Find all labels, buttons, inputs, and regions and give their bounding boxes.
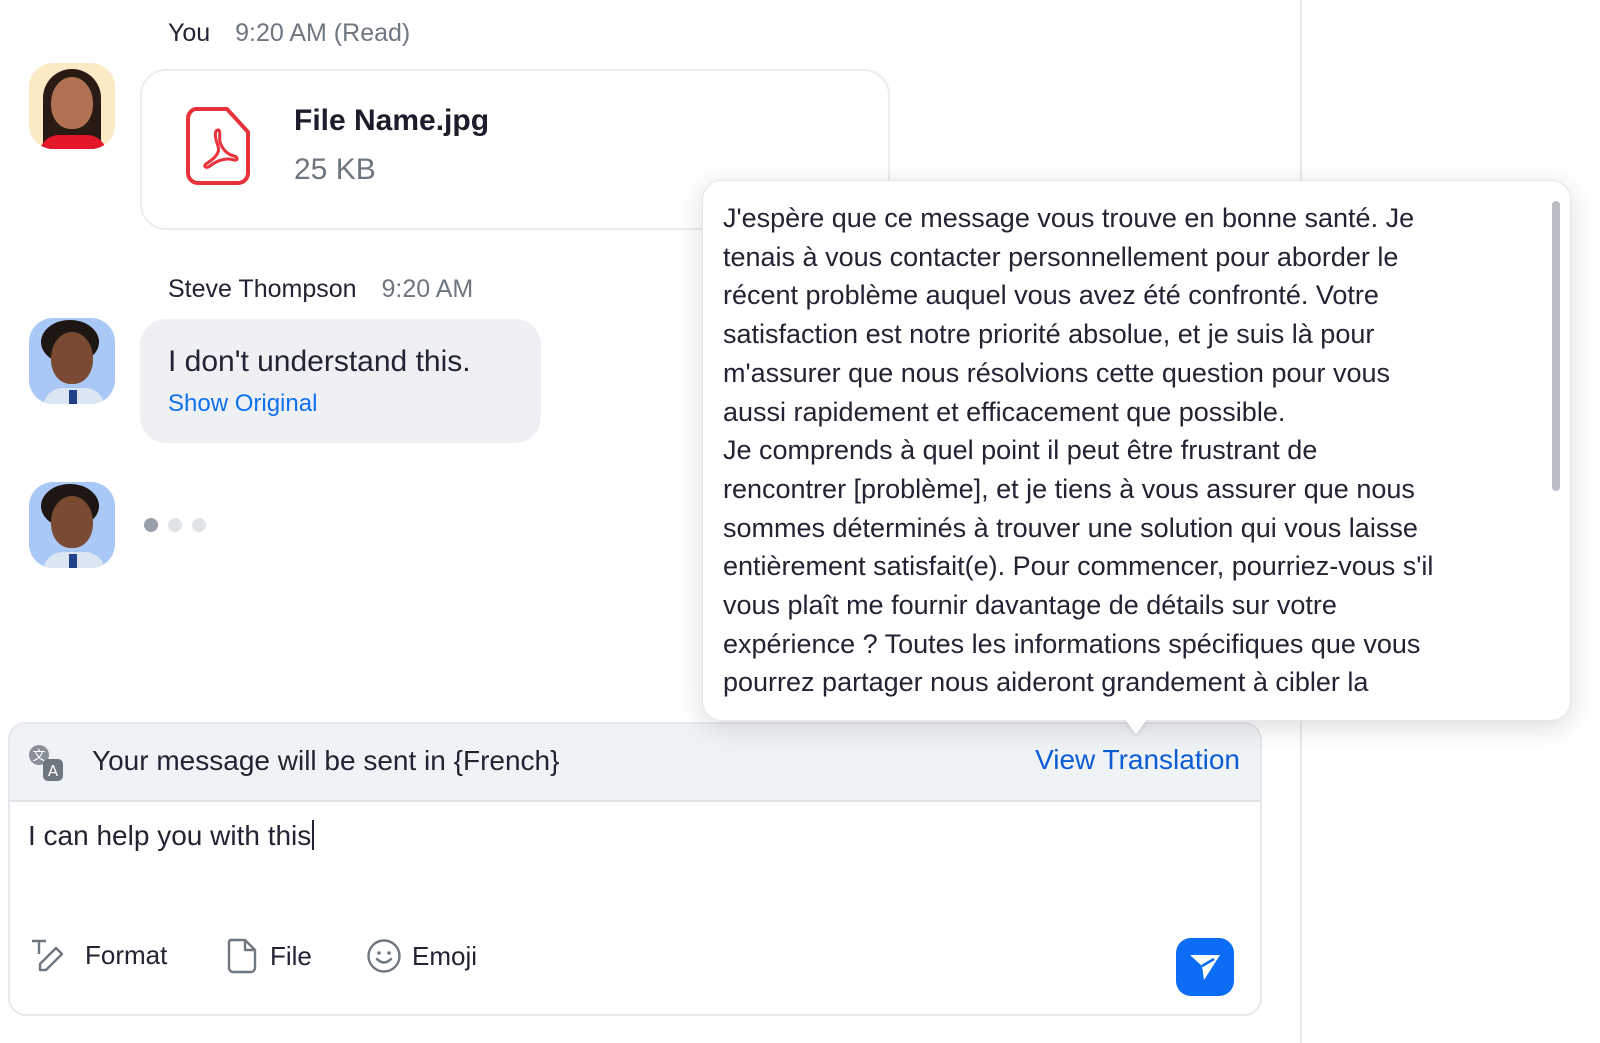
message-header: You 9:20 AM (Read) (168, 19, 410, 48)
send-button[interactable] (1176, 938, 1234, 996)
translation-line: tenais à vous contacter personnellement … (723, 241, 1399, 272)
translation-line: expérience ? Toutes les informations spé… (723, 628, 1421, 659)
file-icon (227, 938, 257, 974)
popover-arrow (1124, 718, 1148, 734)
translation-line: entièrement satisfait(e). Pour commencer… (723, 551, 1434, 582)
sender-name: You (168, 19, 211, 47)
translation-line: J'espère que ce message vous trouve en b… (723, 203, 1415, 233)
translation-line: pourrez partager nous aideront grandemen… (723, 667, 1369, 698)
translation-popover: J'espère que ce message vous trouve en b… (702, 180, 1571, 721)
sender-name: Steve Thompson (168, 275, 357, 303)
view-translation-link[interactable]: View Translation (1035, 744, 1240, 776)
translation-line: sommes déterminés à trouver une solution… (723, 512, 1418, 543)
popover-scrollbar[interactable] (1552, 201, 1560, 491)
message-text: I don't understand this. (168, 345, 471, 378)
typing-dot (168, 518, 182, 532)
svg-text:A: A (48, 762, 59, 780)
text-cursor (312, 820, 315, 850)
translation-line: m'assurer que nous résolvions cette ques… (723, 357, 1391, 388)
emoji-label: Emoji (412, 940, 478, 971)
typing-indicator (144, 518, 206, 532)
translation-line: rencontrer [problème], et je tiens à vou… (723, 473, 1415, 504)
avatar[interactable] (29, 318, 115, 404)
format-icon (32, 939, 64, 972)
format-button[interactable]: Format (30, 938, 167, 972)
typing-dot (192, 518, 206, 532)
avatar[interactable] (29, 482, 115, 568)
translation-line: vous plaît me fournir davantage de détai… (723, 590, 1337, 621)
message-composer: 文 A Your message will be sent in {French… (8, 722, 1262, 1016)
file-label: File (270, 940, 312, 971)
format-label: Format (85, 939, 168, 970)
pdf-icon (186, 107, 250, 185)
avatar[interactable] (29, 63, 115, 149)
message-time: 9:20 AM (381, 275, 474, 303)
translation-notice: Your message will be sent in {French} (92, 745, 560, 776)
file-button[interactable]: File (226, 938, 312, 974)
show-original-link[interactable]: Show Original (168, 390, 317, 418)
translation-text: J'espère que ce message vous trouve en b… (723, 199, 1543, 702)
send-icon (1190, 955, 1220, 980)
emoji-icon (367, 939, 401, 973)
message-input-value: I can help you with this (28, 820, 312, 851)
message-time: 9:20 AM (Read) (235, 19, 411, 47)
emoji-button[interactable]: Emoji (366, 938, 477, 974)
file-size: 25 KB (294, 153, 376, 186)
file-name: File Name.jpg (294, 104, 490, 137)
message-bubble: I don't understand this. Show Original (140, 319, 541, 443)
translation-bar: 文 A Your message will be sent in {French… (10, 724, 1260, 802)
message-header: Steve Thompson 9:20 AM (168, 275, 473, 304)
typing-dot (144, 518, 158, 532)
translation-line: aussi rapidement et efficacement que pos… (723, 396, 1286, 427)
translation-line: satisfaction est notre priorité absolue,… (723, 319, 1375, 350)
translate-icon: 文 A (29, 745, 63, 781)
translation-line: Je comprends à quel point il peut être f… (723, 435, 1318, 466)
message-input[interactable]: I can help you with this (28, 820, 315, 852)
translation-line: récent problème auquel vous avez été con… (723, 280, 1379, 311)
